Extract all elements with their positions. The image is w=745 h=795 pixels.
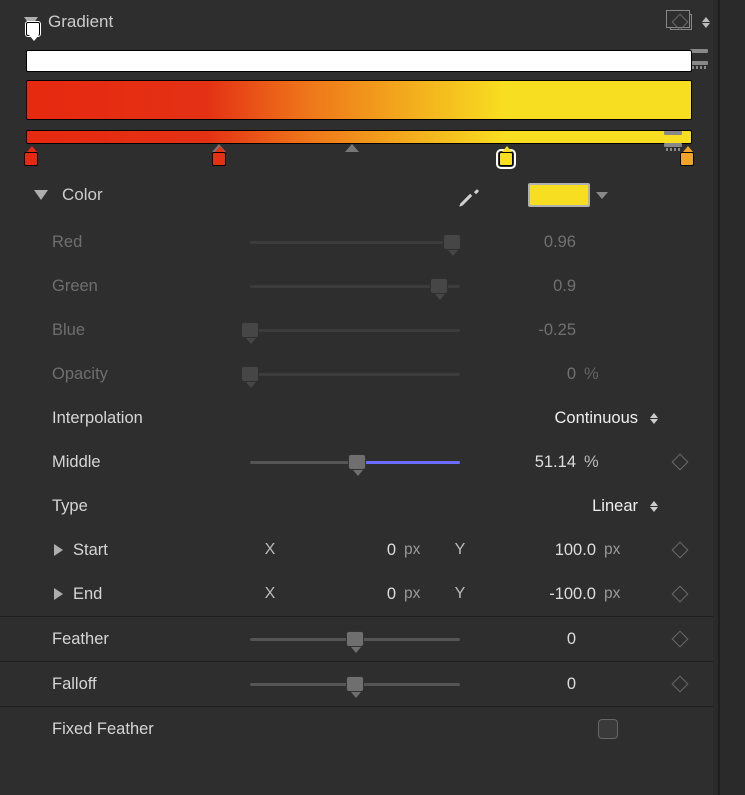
opacity-unit: % [580,365,620,384]
start-x-unit: px [400,541,440,559]
opacity-slider[interactable] [241,366,259,382]
opacity-label: Opacity [20,365,250,384]
feather-slider[interactable] [346,631,364,647]
opacity-value[interactable]: 0 [460,365,580,384]
color-bar-btn[interactable] [664,131,682,135]
middle-value[interactable]: 51.14 [460,453,580,472]
end-y-value[interactable]: -100.0 [480,585,600,604]
end-disclosure[interactable] [54,588,63,600]
green-value[interactable]: 0.9 [460,277,580,296]
red-slider[interactable] [443,234,461,250]
color-stop[interactable] [212,152,226,166]
end-y-unit: px [600,585,640,603]
end-label: End [73,585,102,604]
fixed-feather-checkbox[interactable] [598,719,618,739]
feather-keyframe[interactable] [672,631,689,648]
midpoint-marker[interactable] [345,144,359,152]
color-gradient-bar[interactable] [26,80,692,120]
color-swatch-menu[interactable] [596,192,608,199]
opacity-stop[interactable] [26,22,40,36]
axis-y-2: Y [440,585,480,603]
falloff-slider[interactable] [346,676,364,692]
color-stop[interactable] [24,152,38,166]
axis-x: X [250,541,290,559]
stop-markers[interactable] [26,146,692,166]
falloff-keyframe[interactable] [672,676,689,693]
color-stop[interactable] [680,152,694,166]
blue-label: Blue [20,321,250,340]
end-x-value[interactable]: 0 [290,585,400,604]
color-swatch[interactable] [528,183,590,207]
feather-value[interactable]: 0 [460,630,580,649]
middle-label: Middle [20,453,250,472]
falloff-label: Falloff [20,675,250,694]
gradient-editor[interactable] [0,44,718,170]
red-label: Red [20,233,250,252]
middle-keyframe[interactable] [672,454,689,471]
axis-y: Y [440,541,480,559]
start-y-value[interactable]: 100.0 [480,541,600,560]
middle-unit: % [580,453,620,472]
start-label: Start [73,541,108,560]
fixed-feather-label: Fixed Feather [20,720,250,739]
color-stop-selected[interactable] [499,152,513,166]
color-disclosure[interactable] [34,190,48,200]
start-disclosure[interactable] [54,544,63,556]
opacity-tags-btn[interactable] [690,61,708,65]
type-label: Type [20,497,250,516]
opacity-bar-btn[interactable] [690,49,708,53]
start-x-value[interactable]: 0 [290,541,400,560]
axis-x-2: X [250,585,290,603]
blue-slider[interactable] [241,322,259,338]
gradient-preview-bar [26,130,692,144]
interpolation-label: Interpolation [20,409,250,428]
green-slider[interactable] [430,278,448,294]
start-y-unit: px [600,541,640,559]
color-label: Color [62,185,103,205]
green-label: Green [20,277,250,296]
type-value[interactable]: Linear [592,497,638,516]
gradient-preset-stepper[interactable] [702,17,710,28]
end-keyframe[interactable] [672,586,689,603]
blue-value[interactable]: -0.25 [460,321,580,340]
type-stepper[interactable] [650,501,658,512]
falloff-value[interactable]: 0 [460,675,580,694]
start-keyframe[interactable] [672,542,689,559]
feather-label: Feather [20,630,250,649]
interpolation-value[interactable]: Continuous [555,409,638,428]
interpolation-stepper[interactable] [650,413,658,424]
end-x-unit: px [400,585,440,603]
eyedropper-icon[interactable] [456,184,478,206]
opacity-gradient-bar[interactable] [26,50,692,72]
middle-slider[interactable] [348,454,366,470]
red-value[interactable]: 0.96 [460,233,580,252]
gradient-header: Gradient [48,12,113,32]
